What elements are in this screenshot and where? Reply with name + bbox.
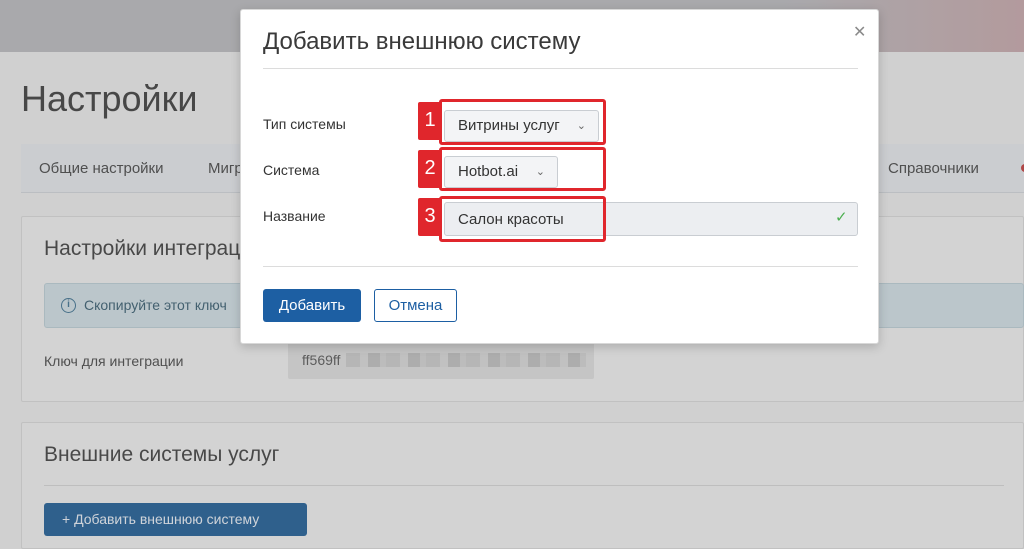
close-icon[interactable]: ✕ (853, 22, 866, 42)
check-icon: ✓ (835, 209, 848, 226)
annotation-box-3 (439, 196, 606, 242)
divider (263, 68, 858, 69)
name-label: Название (263, 208, 326, 224)
add-button[interactable]: Добавить (263, 289, 361, 322)
annotation-number-1: 1 (418, 102, 442, 140)
modal-title: Добавить внешнюю систему (263, 28, 581, 55)
divider (263, 266, 858, 267)
system-label: Система (263, 162, 320, 178)
annotation-number-3: 3 (418, 198, 442, 236)
annotation-box-1 (439, 99, 606, 145)
cancel-button[interactable]: Отмена (374, 289, 457, 322)
system-type-label: Тип системы (263, 116, 346, 132)
annotation-number-2: 2 (418, 150, 442, 188)
annotation-box-2 (439, 147, 606, 191)
